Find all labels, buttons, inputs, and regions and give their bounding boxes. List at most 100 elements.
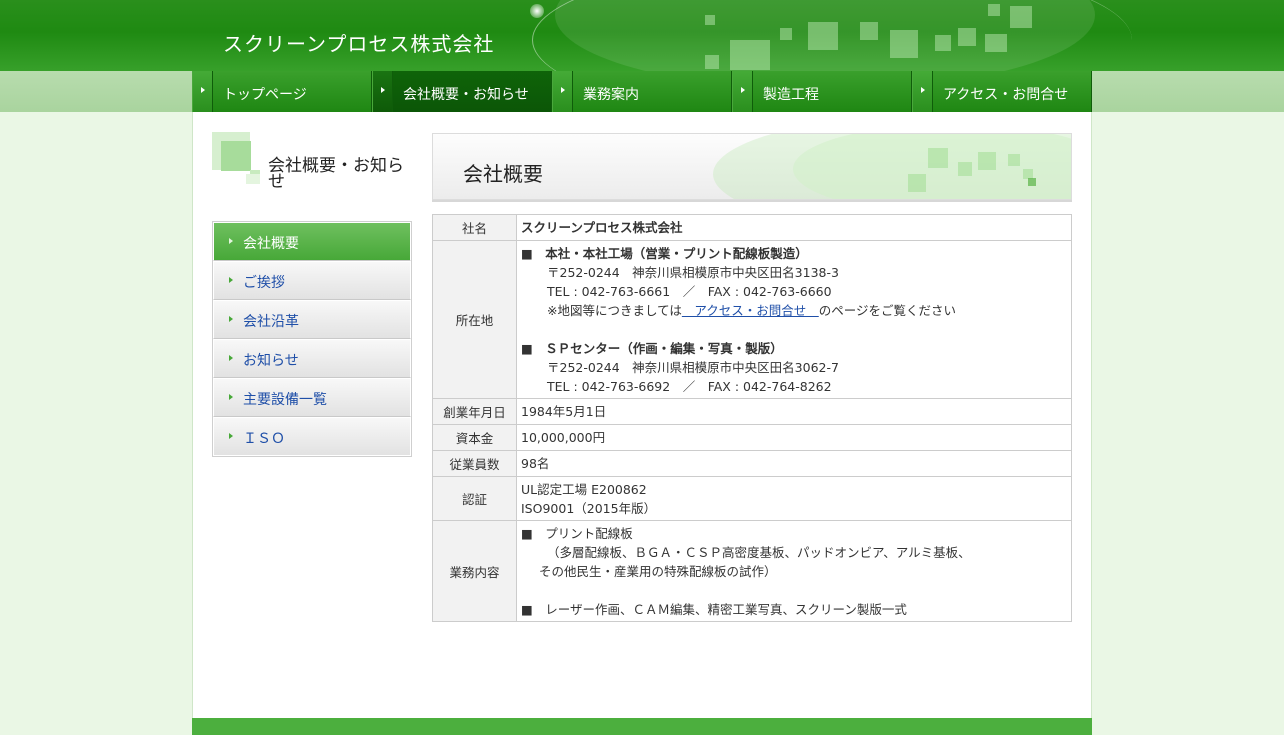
arrow-right-icon [741,87,745,93]
business-line: ■ プリント配線板 [521,526,633,541]
header-square [1010,6,1032,28]
table-row: 社名 スクリーンプロセス株式会社 [432,214,1072,241]
sidebar-title: 会社概要・お知らせ [268,156,404,192]
arrow-right-icon [201,87,205,93]
site-title[interactable]: スクリーンプロセス株式会社 [223,28,494,57]
nav-item-label: 製造工程 [763,87,819,103]
header-square [935,35,951,51]
employees-value: 98名 [516,450,1072,477]
sidebar-item-news[interactable]: お知らせ [213,339,411,378]
row-label: 社名 [432,214,517,241]
footer-bar [192,718,1092,735]
nav-item-access[interactable]: アクセス・お問合せ [912,71,1092,112]
arrow-right-icon [229,394,233,400]
certification-line: UL認定工場 E200862 [521,482,647,497]
row-label: 所在地 [432,240,517,399]
nav-item-process[interactable]: 製造工程 [732,71,912,112]
decorative-square-icon [908,174,926,192]
arrow-right-icon [229,277,233,283]
table-row: 認証 UL認定工場 E200862 ISO9001（2015年版） [432,476,1072,521]
sidebar-header: 会社概要・お知らせ [212,132,412,196]
sp-center-heading: ■ ＳＰセンター（作画・編集・写真・製版） [521,341,783,356]
header-square [890,30,918,58]
certification-line: ISO9001（2015年版） [521,501,657,516]
arrow-right-icon [229,238,233,244]
sidebar-item-iso[interactable]: ＩＳＯ [213,417,411,456]
business-line: （多層配線板、ＢＧＡ・ＣＳＰ高密度基板、パッドオンビア、アルミ基板、 [547,545,971,560]
main-nav: トップページ 会社概要・お知らせ 業務案内 製造工程 アクセス・お問合せ [192,71,1092,112]
decorative-square-icon [958,162,972,176]
nav-item-label: 業務案内 [583,87,639,103]
nav-item-top[interactable]: トップページ [192,71,372,112]
arrow-right-icon [921,87,925,93]
header-square [860,22,878,40]
nav-item-label: アクセス・お問合せ [943,87,1069,103]
business-line: ■ レーザー作画、ＣＡＭ編集、精密工業写真、スクリーン製版一式 [521,602,907,617]
header-square [958,28,976,46]
business-line: その他民生・産業用の特殊配線板の試作） [539,564,777,579]
header-square [705,55,719,69]
sidebar-item-label: ご挨拶 [243,275,285,291]
sidebar-item-label: 会社概要 [243,236,299,252]
site-header [0,0,1284,71]
row-label: 従業員数 [432,450,517,477]
header-square [730,40,770,70]
arrow-right-icon [229,433,233,439]
nav-item-label: トップページ [223,87,307,103]
sidebar-item-history[interactable]: 会社沿革 [213,300,411,339]
decorative-square-icon [221,141,251,171]
decorative-square-icon [978,152,996,170]
row-label: 業務内容 [432,520,517,622]
head-office-address: 〒252-0244 神奈川県相模原市中央区田名3138-3 [547,265,839,280]
nav-item-label: 会社概要・お知らせ [403,87,529,103]
sparkle-icon [530,4,544,18]
decorative-square-icon [1028,178,1036,186]
map-note: ※地図等につきましては アクセス・お問合せ のページをご覧ください [521,301,1067,320]
head-office-phone: TEL : 042-763-6661 ／ FAX : 042-763-6660 [547,284,832,299]
sidebar-menu: 会社概要 ご挨拶 会社沿革 お知らせ 主要設備一覧 ＩＳＯ [212,221,412,457]
row-label: 創業年月日 [432,398,517,425]
founded-value: 1984年5月1日 [516,398,1072,425]
row-label: 認証 [432,476,517,521]
company-info-table: 社名 スクリーンプロセス株式会社 所在地 ■ 本社・本社工場（営業・プリント配線… [432,214,1072,622]
sidebar-item-overview[interactable]: 会社概要 [213,222,411,261]
nav-item-company[interactable]: 会社概要・お知らせ [372,71,552,112]
location-value: ■ 本社・本社工場（営業・プリント配線板製造） 〒252-0244 神奈川県相模… [516,240,1072,399]
arrow-right-icon [561,87,565,93]
decorative-square-icon [1008,154,1020,166]
map-note-text: のページをご覧ください [818,303,957,318]
sidebar-item-label: お知らせ [243,353,299,369]
certification-value: UL認定工場 E200862 ISO9001（2015年版） [516,476,1072,521]
header-square [780,28,792,40]
table-row: 資本金 10,000,000円 [432,424,1072,451]
table-row: 従業員数 98名 [432,450,1072,477]
arrow-right-icon [229,355,233,361]
sidebar-item-label: 主要設備一覧 [243,392,327,408]
access-link[interactable]: アクセス・お問合せ [682,303,819,318]
content-header: 会社概要 [432,133,1072,200]
arrow-right-icon [229,316,233,322]
row-label: 資本金 [432,424,517,451]
sp-center-address: 〒252-0244 神奈川県相模原市中央区田名3062-7 [547,360,839,375]
page-title: 会社概要 [463,162,543,186]
table-row: 所在地 ■ 本社・本社工場（営業・プリント配線板製造） 〒252-0244 神奈… [432,240,1072,399]
sidebar-item-label: ＩＳＯ [243,431,285,447]
sp-center-phone: TEL : 042-763-6692 ／ FAX : 042-764-8262 [547,379,832,394]
header-square [808,22,838,50]
head-office-heading: ■ 本社・本社工場（営業・プリント配線板製造） [521,246,808,261]
decorative-square-icon [928,148,948,168]
header-square [985,34,1007,52]
sidebar-item-greeting[interactable]: ご挨拶 [213,261,411,300]
nav-item-business[interactable]: 業務案内 [552,71,732,112]
arrow-right-icon [381,87,385,93]
decorative-square-icon [246,174,260,184]
map-note-text: ※地図等につきましては [547,303,682,318]
company-name-value: スクリーンプロセス株式会社 [516,214,1072,241]
sidebar-item-equipment[interactable]: 主要設備一覧 [213,378,411,417]
header-square [705,15,715,25]
table-row: 業務内容 ■ プリント配線板 （多層配線板、ＢＧＡ・ＣＳＰ高密度基板、パッドオン… [432,520,1072,622]
capital-value: 10,000,000円 [516,424,1072,451]
table-row: 創業年月日 1984年5月1日 [432,398,1072,425]
